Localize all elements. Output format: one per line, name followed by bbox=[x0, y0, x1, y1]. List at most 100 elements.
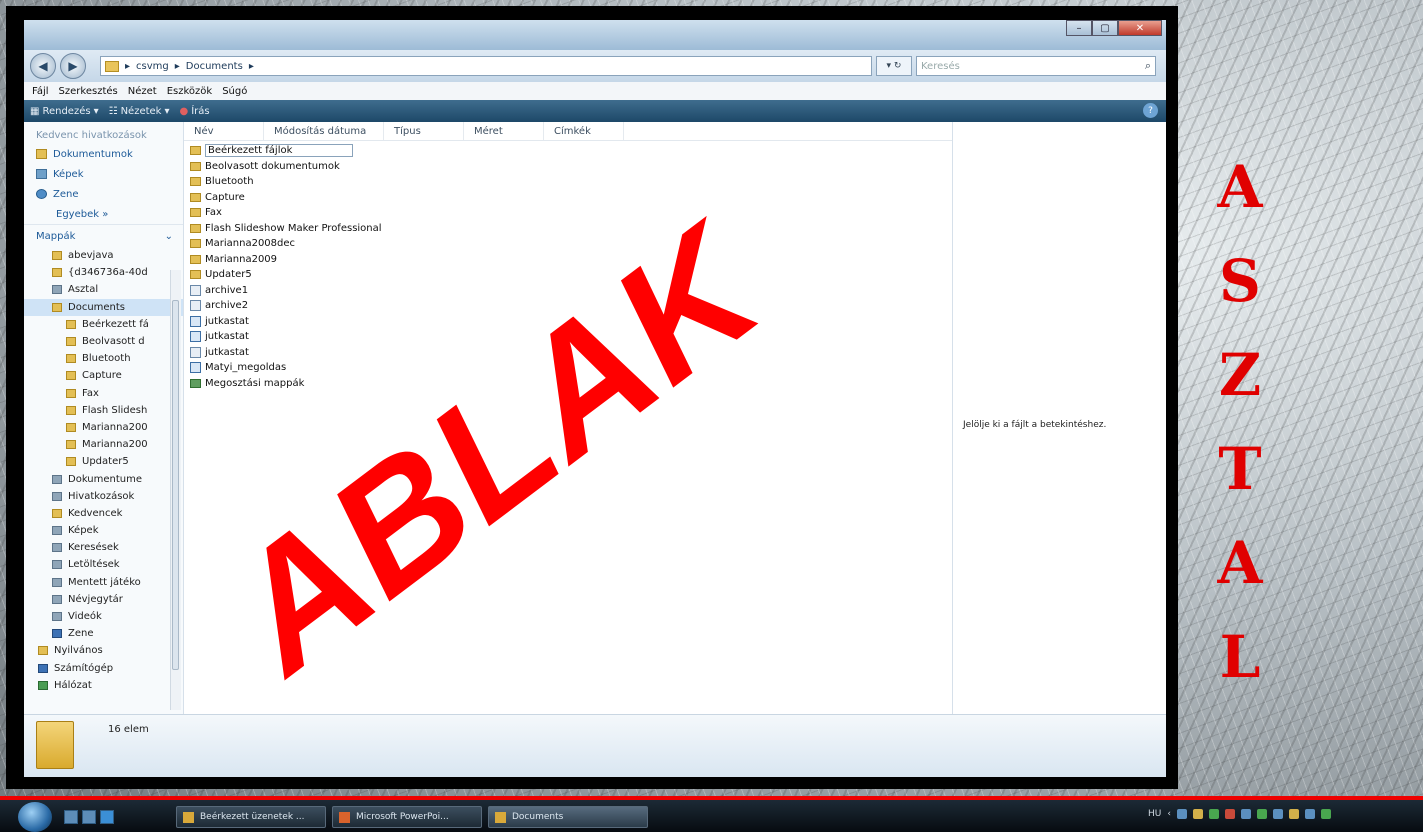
folders-heading[interactable]: Mappák ⌄ bbox=[24, 224, 183, 247]
tree-item[interactable]: Hálózat bbox=[24, 677, 183, 694]
tree-item[interactable]: Zene bbox=[24, 625, 183, 642]
tree-item[interactable]: Beérkezett fá bbox=[24, 316, 183, 333]
file-row[interactable]: Bluetooth bbox=[184, 174, 952, 190]
tree-item[interactable]: Mentett játéko bbox=[24, 574, 183, 591]
file-row[interactable]: archive2 bbox=[184, 298, 952, 314]
file-row[interactable]: jutkastat bbox=[184, 314, 952, 330]
tray-icon[interactable] bbox=[1272, 809, 1283, 819]
tray-icon[interactable] bbox=[1176, 809, 1187, 819]
breadcrumb-csvmg[interactable]: csvmg bbox=[136, 61, 169, 72]
address-field[interactable]: ▸ csvmg ▸ Documents ▸ bbox=[100, 56, 872, 76]
tree-item[interactable]: Updater5 bbox=[24, 453, 183, 470]
tree-item[interactable]: Nyilvános bbox=[24, 642, 183, 659]
search-input[interactable]: Keresés ⌕ bbox=[916, 56, 1156, 76]
tree-item[interactable]: Képek bbox=[24, 522, 183, 539]
menu-file[interactable]: Fájl bbox=[32, 86, 49, 97]
file-row[interactable]: Updater5 bbox=[184, 267, 952, 283]
maximize-button[interactable]: ▢ bbox=[1092, 20, 1118, 36]
start-button[interactable] bbox=[18, 802, 52, 832]
tree-item[interactable]: Videók bbox=[24, 608, 183, 625]
switch-windows-icon[interactable] bbox=[82, 810, 96, 824]
tree-item[interactable]: Marianna200 bbox=[24, 436, 183, 453]
taskbar-button-powerpoint[interactable]: Microsoft PowerPoi... bbox=[332, 806, 482, 828]
menu-tools[interactable]: Eszközök bbox=[167, 86, 213, 97]
file-row[interactable]: jutkastat bbox=[184, 345, 952, 361]
search-icon[interactable]: ⌕ bbox=[1145, 59, 1155, 73]
tray-icon[interactable] bbox=[1288, 809, 1299, 819]
tree-item[interactable]: Fax bbox=[24, 385, 183, 402]
file-row[interactable]: archive1 bbox=[184, 283, 952, 299]
tree-item[interactable]: Documents bbox=[24, 298, 183, 316]
tree-item[interactable]: Capture bbox=[24, 367, 183, 384]
tray-icon[interactable] bbox=[1192, 809, 1203, 819]
document-icon bbox=[190, 331, 201, 343]
tree-item[interactable]: abevjava bbox=[24, 247, 183, 264]
file-row[interactable]: Marianna2008dec bbox=[184, 236, 952, 252]
burn-button[interactable]: ● Írás bbox=[180, 106, 210, 117]
tree-item[interactable]: Kedvencek bbox=[24, 505, 183, 522]
tree-item[interactable]: Asztal bbox=[24, 281, 183, 298]
language-indicator[interactable]: HU bbox=[1148, 809, 1161, 819]
tree-item[interactable]: Letöltések bbox=[24, 556, 183, 573]
tree-item[interactable]: {d346736a-40d bbox=[24, 264, 183, 281]
tree-item[interactable]: Dokumentume bbox=[24, 470, 183, 487]
column-size[interactable]: Méret bbox=[464, 122, 544, 140]
tree-item[interactable]: Flash Slidesh bbox=[24, 402, 183, 419]
chevron-right-icon[interactable]: ▸ bbox=[249, 61, 254, 72]
file-row[interactable]: Flash Slideshow Maker Professional bbox=[184, 221, 952, 237]
tray-icon[interactable] bbox=[1208, 809, 1219, 819]
network-icon[interactable] bbox=[1304, 809, 1315, 819]
file-row[interactable]: Fax bbox=[184, 205, 952, 221]
minimize-button[interactable]: – bbox=[1066, 20, 1092, 36]
tray-icon[interactable] bbox=[1224, 809, 1235, 819]
tree-item[interactable]: Beolvasott d bbox=[24, 333, 183, 350]
volume-icon[interactable] bbox=[1320, 809, 1331, 819]
forward-button[interactable]: ▶ bbox=[60, 53, 86, 79]
favorite-documents[interactable]: Dokumentumok bbox=[24, 144, 183, 164]
views-button[interactable]: ☷ Nézetek ▾ bbox=[109, 106, 170, 117]
file-row[interactable]: Capture bbox=[184, 190, 952, 206]
scroll-thumb[interactable] bbox=[172, 300, 179, 670]
tree-item[interactable]: Keresések bbox=[24, 539, 183, 556]
breadcrumb-documents[interactable]: Documents bbox=[186, 61, 243, 72]
chevron-left-icon[interactable]: ‹ bbox=[1167, 809, 1171, 819]
tree-item[interactable]: Számítógép bbox=[24, 660, 183, 677]
tree-item[interactable]: Marianna200 bbox=[24, 419, 183, 436]
back-button[interactable]: ◀ bbox=[30, 53, 56, 79]
file-row[interactable]: Beolvasott dokumentumok bbox=[184, 159, 952, 175]
file-row[interactable]: Megosztási mappák bbox=[184, 376, 952, 392]
refresh-button[interactable]: ▾ ↻ bbox=[876, 56, 912, 76]
menu-edit[interactable]: Szerkesztés bbox=[59, 86, 118, 97]
taskbar-button-documents[interactable]: Documents bbox=[488, 806, 648, 828]
tree-item-label: Documents bbox=[68, 301, 126, 313]
file-row[interactable]: jutkastat bbox=[184, 329, 952, 345]
tree-item[interactable]: Hivatkozások bbox=[24, 488, 183, 505]
gray-folder-icon bbox=[52, 612, 62, 622]
more-link[interactable]: Egyebek » bbox=[24, 204, 183, 224]
menu-view[interactable]: Nézet bbox=[128, 86, 157, 97]
close-button[interactable]: ✕ bbox=[1118, 20, 1162, 36]
menu-help[interactable]: Súgó bbox=[222, 86, 247, 97]
tray-icon[interactable] bbox=[1240, 809, 1251, 819]
tree-item[interactable]: Bluetooth bbox=[24, 350, 183, 367]
gray-folder-icon bbox=[52, 285, 62, 295]
file-row[interactable]: Matyi_megoldas bbox=[184, 360, 952, 376]
taskbar-button-mail[interactable]: Beérkezett üzenetek ... bbox=[176, 806, 326, 828]
favorite-pictures[interactable]: Képek bbox=[24, 164, 183, 184]
column-type[interactable]: Típus bbox=[384, 122, 464, 140]
column-name[interactable]: Név bbox=[184, 122, 264, 140]
organize-button[interactable]: ▦ Rendezés ▾ bbox=[30, 106, 99, 117]
favorite-music[interactable]: Zene bbox=[24, 184, 183, 204]
column-modified[interactable]: Módosítás dátuma bbox=[264, 122, 384, 140]
file-row[interactable]: Beérkezett fájlok bbox=[184, 143, 952, 159]
show-desktop-icon[interactable] bbox=[64, 810, 78, 824]
folder-icon bbox=[495, 811, 506, 823]
title-bar[interactable]: – ▢ ✕ bbox=[24, 20, 1166, 50]
tree-scrollbar[interactable] bbox=[170, 270, 181, 710]
file-row[interactable]: Marianna2009 bbox=[184, 252, 952, 268]
tray-icon[interactable] bbox=[1256, 809, 1267, 819]
tree-item[interactable]: Névjegytár bbox=[24, 591, 183, 608]
help-icon[interactable]: ? bbox=[1143, 103, 1158, 118]
browser-icon[interactable] bbox=[100, 810, 114, 824]
column-tags[interactable]: Címkék bbox=[544, 122, 624, 140]
